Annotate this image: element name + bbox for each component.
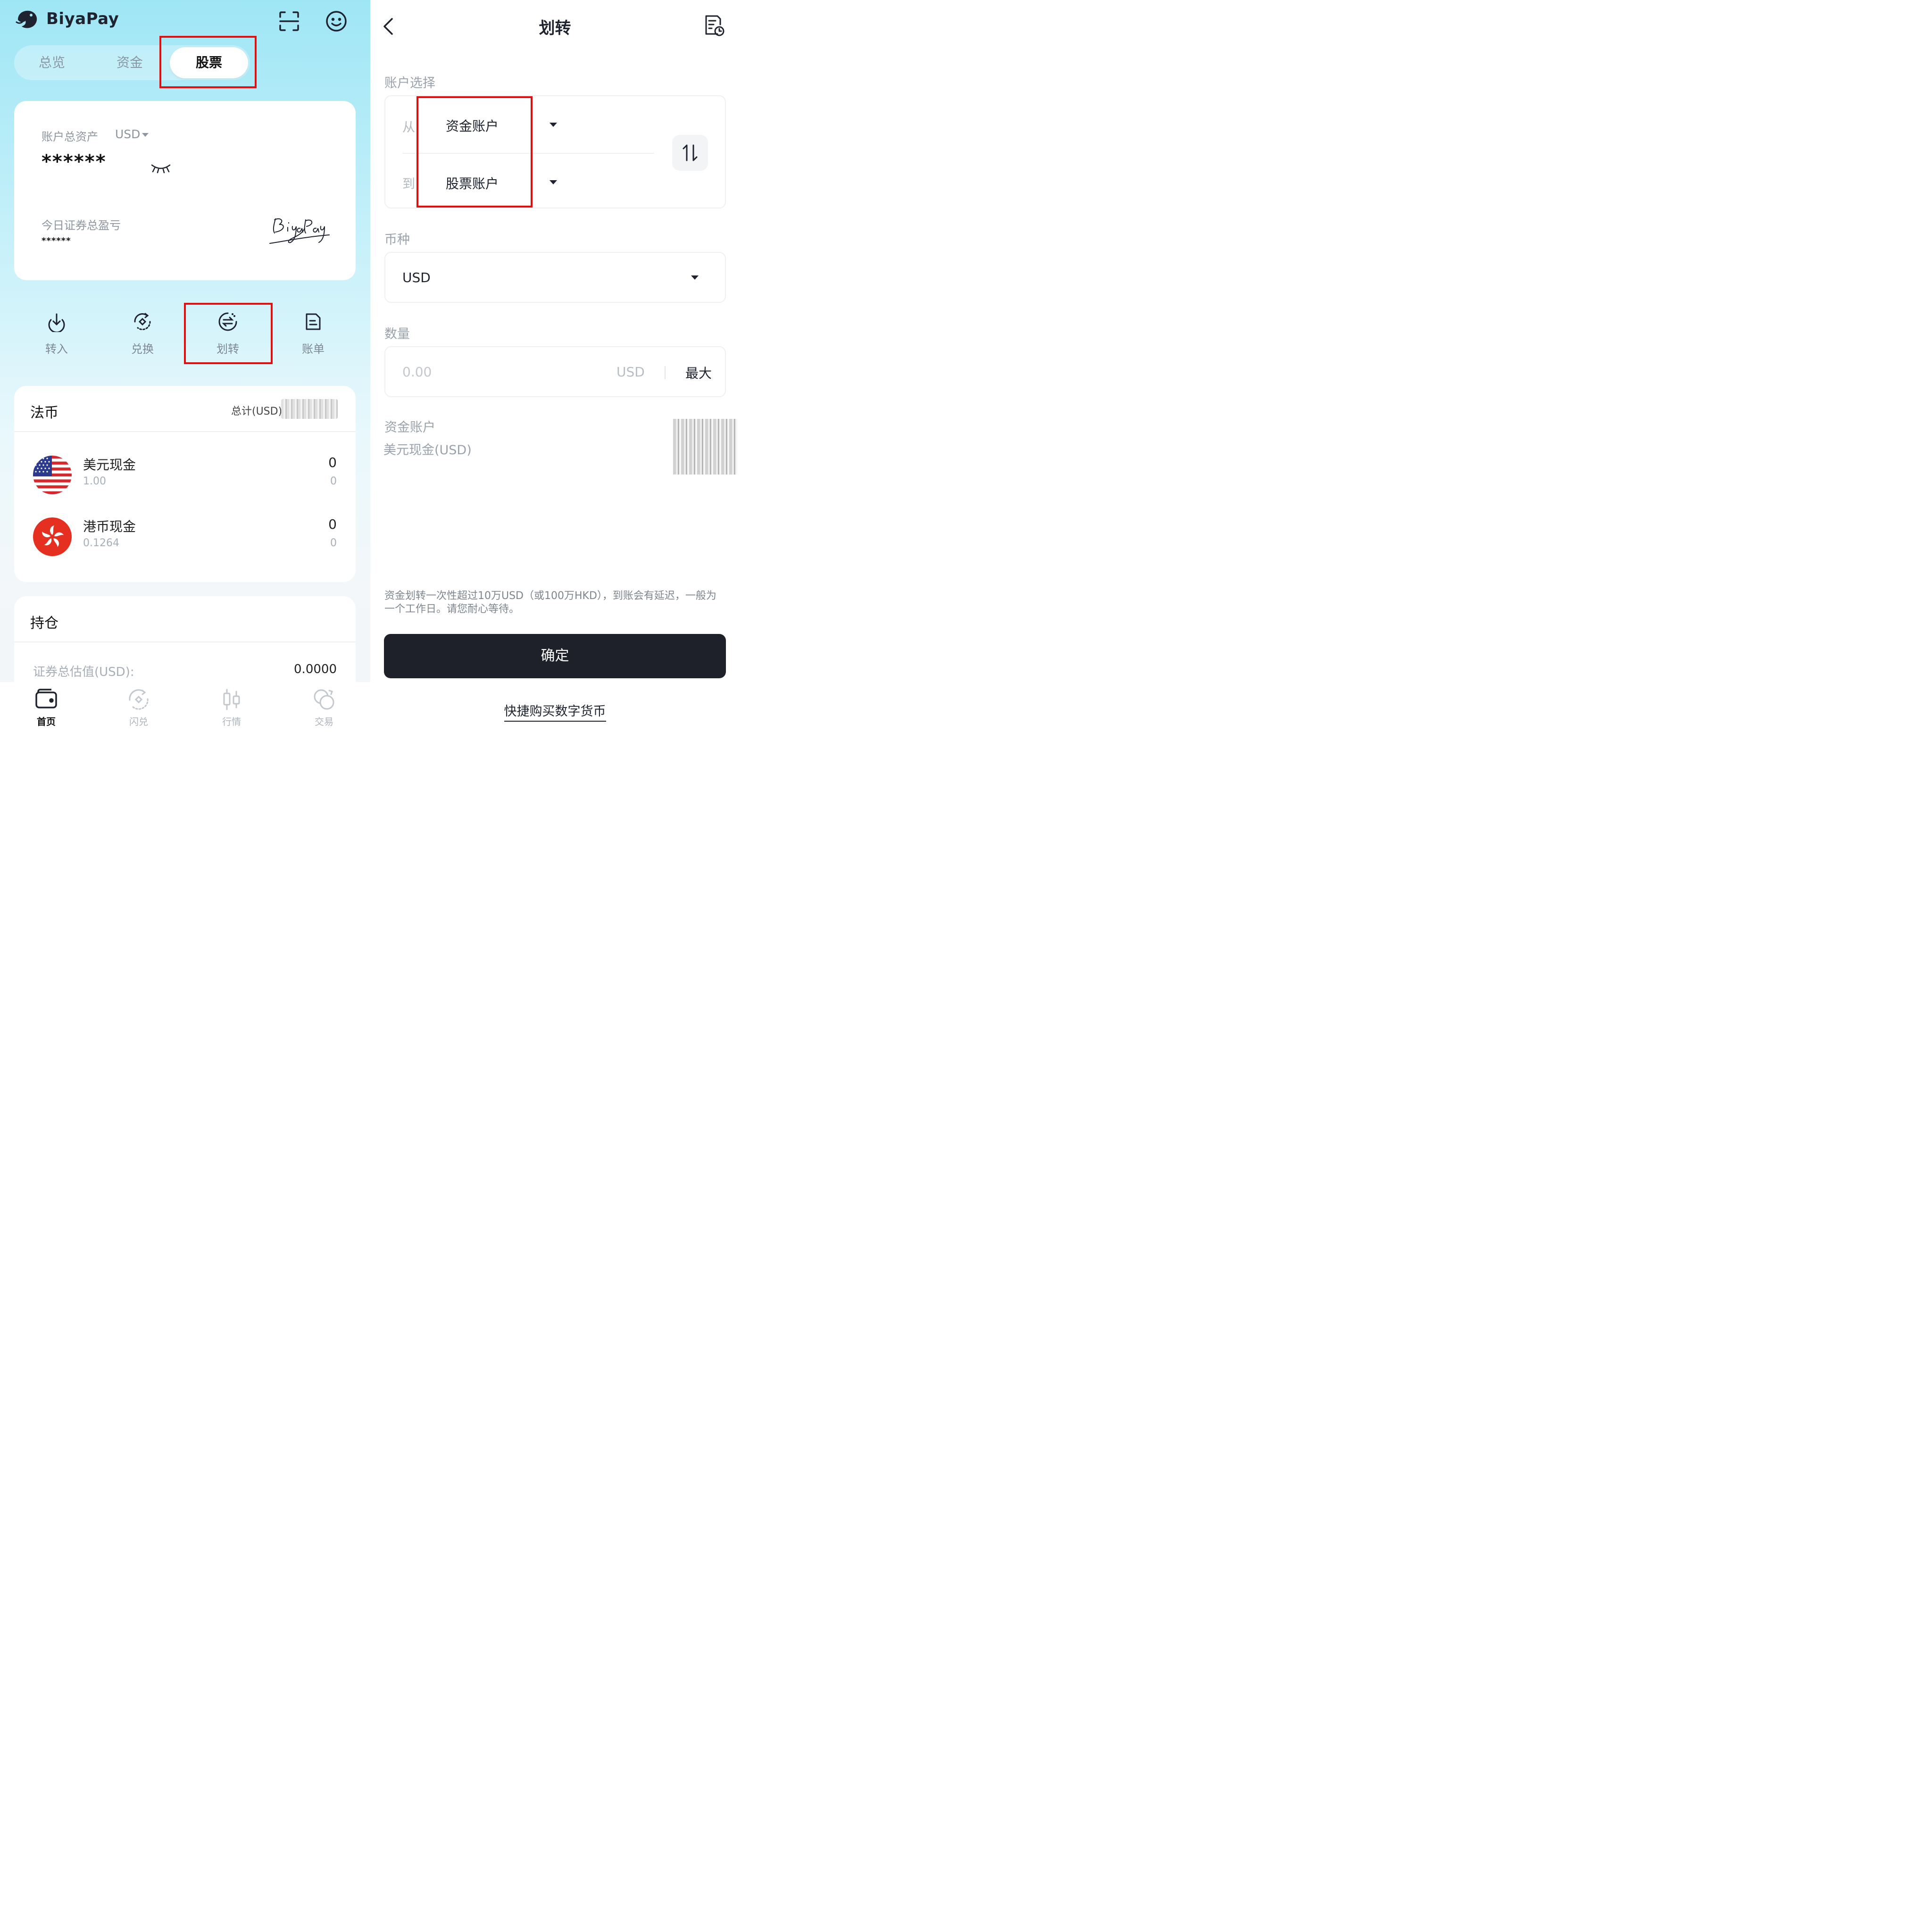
today-pnl-label: 今日证券总盈亏 (42, 219, 121, 232)
from-label: 从 (402, 120, 415, 135)
source-subaccount-label: 美元现金(USD) (383, 443, 472, 458)
currency-rate: 1.00 (83, 475, 106, 487)
currency-select-value: USD (402, 270, 431, 285)
nav-home[interactable]: 首页 (23, 688, 70, 728)
swap-accounts-button[interactable] (672, 135, 708, 171)
tab-overview[interactable]: 总览 (24, 45, 80, 80)
transfer-label: 划转 (217, 342, 239, 356)
nav-trade[interactable]: 交易 (300, 688, 348, 728)
list-item-hkd[interactable]: 港币现金 0.1264 0 0 (14, 516, 356, 564)
candlestick-icon (223, 689, 240, 710)
list-item-usd[interactable]: 美元现金 1.00 0 0 (14, 455, 356, 502)
amount-label: 数量 (384, 327, 410, 341)
brand-name: BiyaPay (46, 9, 119, 28)
masked-total-assets: ****** (42, 151, 107, 173)
to-label: 到 (402, 177, 415, 192)
from-dropdown-caret-icon[interactable] (550, 123, 557, 127)
wallet-home-screen: BiyaPay 总览 资金 股票 账户总资产 USD ****** 今日证券总盈… (0, 0, 370, 728)
from-account-value[interactable]: 资金账户 (446, 116, 499, 135)
currency-amount: 0 (328, 516, 337, 532)
amount-unit: USD (616, 364, 645, 380)
exchange-icon (134, 313, 151, 330)
hk-flag-icon (33, 517, 72, 556)
quick-buy-crypto-link[interactable]: 快捷购买数字货币 (370, 701, 740, 722)
masked-today-pnl: ****** (42, 236, 71, 246)
amount-input[interactable]: 0.00 USD 最大 (384, 346, 726, 397)
us-flag-icon (33, 456, 72, 494)
caret-down-icon (142, 133, 149, 137)
deposit-label: 转入 (45, 342, 68, 356)
bill-document-icon (306, 313, 321, 330)
account-selector: 从 资金账户 到 股票账户 (384, 95, 726, 208)
exchange-label: 兑换 (131, 342, 154, 356)
fiat-title: 法币 (30, 405, 58, 421)
nav-market[interactable]: 行情 (208, 688, 255, 728)
nav-market-label: 行情 (222, 716, 241, 727)
to-dropdown-caret-icon[interactable] (550, 180, 557, 184)
asset-tab-bar: 总览 资金 股票 (14, 45, 250, 80)
biyapay-logo-icon (15, 10, 37, 28)
account-select-label: 账户选择 (384, 76, 435, 91)
quick-buy-crypto-label: 快捷购买数字货币 (504, 704, 606, 722)
securities-value: 0.0000 (294, 662, 337, 676)
exchange-button[interactable]: 兑换 (114, 311, 171, 356)
redacted-balance (673, 419, 737, 475)
download-icon (48, 313, 65, 332)
divider (14, 431, 356, 432)
caret-down-icon (691, 275, 699, 280)
currency-amount: 0 (328, 455, 337, 470)
currency-amount-sub: 0 (330, 537, 337, 549)
divider (402, 153, 654, 154)
currency-select[interactable]: USD (384, 252, 726, 303)
tab-stocks[interactable]: 股票 (170, 47, 248, 78)
transfer-screen: 划转 账户选择 从 资金账户 到 股票账户 币种 USD 数量 0.00 USD… (370, 0, 740, 728)
currency-selector[interactable]: USD (115, 127, 149, 141)
deposit-button[interactable]: 转入 (28, 311, 85, 356)
to-account-value[interactable]: 股票账户 (446, 174, 499, 192)
trade-coins-icon (314, 689, 334, 710)
confirm-button[interactable]: 确定 (384, 634, 726, 678)
page-title: 划转 (539, 19, 571, 38)
currency-label: 币种 (384, 233, 410, 247)
divider (665, 366, 666, 379)
nav-flash-exchange-label: 闪兑 (129, 716, 148, 727)
nav-trade-label: 交易 (315, 716, 333, 727)
divider (14, 641, 356, 642)
currency-name: 美元现金 (83, 457, 136, 473)
asset-summary-card: 账户总资产 USD ****** 今日证券总盈亏 ****** (14, 101, 356, 280)
currency-amount-sub: 0 (330, 475, 337, 487)
bottom-nav: 首页 闪兑 行情 交易 (0, 682, 370, 728)
transfer-notice: 资金划转一次性超过10万USD（或100万HKD），到账会有延迟，一般为一个工作… (384, 590, 716, 615)
transfer-history-icon[interactable] (703, 14, 725, 38)
amount-placeholder: 0.00 (402, 364, 432, 380)
tab-funds[interactable]: 资金 (101, 45, 158, 80)
currency-name: 港币现金 (83, 519, 136, 534)
fiat-total-label: 总计(USD) (231, 406, 283, 417)
bill-label: 账单 (302, 342, 325, 356)
total-assets-label: 账户总资产 (42, 130, 98, 143)
bill-button[interactable]: 账单 (285, 311, 341, 356)
biyapay-signature-logo (269, 218, 330, 244)
quick-actions: 转入 兑换 划转 账单 (14, 311, 356, 358)
fiat-section: 法币 总计(USD) 美元现金 1.00 0 0 港币现金 0.1264 0 0 (14, 386, 356, 582)
nav-flash-exchange[interactable]: 闪兑 (115, 688, 162, 728)
securities-value-label: 证券总估值(USD): (33, 665, 134, 679)
transfer-icon (218, 312, 237, 331)
brand-header: BiyaPay (15, 8, 119, 30)
redacted-total-value (281, 399, 338, 419)
currency-rate: 0.1264 (83, 537, 119, 549)
scan-icon[interactable] (277, 9, 301, 33)
holdings-section: 持仓 证券总估值(USD): 0.0000 (14, 596, 356, 691)
holdings-title: 持仓 (30, 615, 58, 632)
source-account-label: 资金账户 (384, 420, 435, 435)
wallet-icon (35, 689, 57, 708)
swap-arrows-icon (683, 144, 698, 161)
currency-selector-label: USD (115, 127, 141, 141)
transfer-button[interactable]: 划转 (200, 311, 256, 356)
customer-service-smile-icon[interactable] (325, 9, 348, 33)
max-button[interactable]: 最大 (685, 363, 712, 382)
hidden-eye-icon[interactable] (150, 162, 172, 174)
flash-exchange-icon (129, 689, 149, 710)
nav-home-label: 首页 (37, 716, 56, 727)
